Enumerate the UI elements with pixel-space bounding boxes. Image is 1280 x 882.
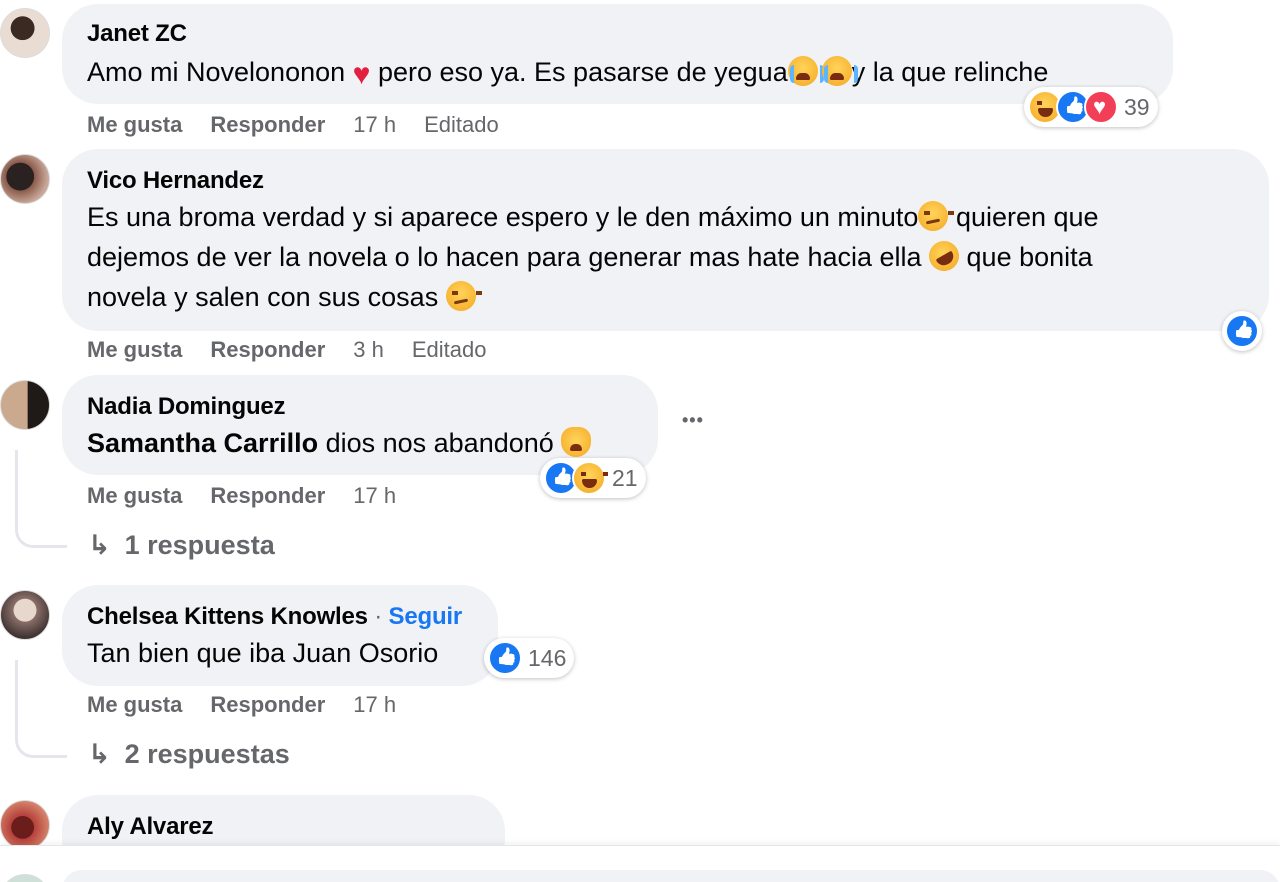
follow-button[interactable]: Seguir bbox=[389, 603, 463, 630]
comment-text: novela y salen con sus cosas bbox=[87, 277, 482, 317]
comment-actions: Me gusta Responder 3 h Editado bbox=[87, 337, 515, 363]
view-replies-link[interactable]: ↳ 1 respuesta bbox=[88, 530, 275, 561]
comment-author[interactable]: Vico Hernandez bbox=[87, 167, 264, 195]
comment-actions: Me gusta Responder 17 h bbox=[87, 692, 424, 718]
comment-text-part: novela y salen con sus cosas bbox=[87, 282, 446, 312]
reply-button[interactable]: Responder bbox=[210, 692, 325, 717]
edited-label: Editado bbox=[424, 112, 499, 137]
reply-button[interactable]: Responder bbox=[210, 483, 325, 508]
like-button[interactable]: Me gusta bbox=[87, 337, 182, 362]
timestamp[interactable]: 17 h bbox=[353, 112, 396, 137]
more-options-icon[interactable]: ••• bbox=[682, 410, 704, 431]
reply-button[interactable]: Responder bbox=[210, 112, 325, 137]
unamused-face-emoji-icon bbox=[445, 281, 482, 311]
like-button[interactable]: Me gusta bbox=[87, 692, 182, 717]
reply-arrow-icon: ↳ bbox=[88, 739, 111, 769]
like-button[interactable]: Me gusta bbox=[87, 112, 182, 137]
author-name[interactable]: Chelsea Kittens Knowles bbox=[87, 603, 368, 630]
like-button[interactable]: Me gusta bbox=[87, 483, 182, 508]
reply-arrow-icon: ↳ bbox=[88, 530, 111, 560]
mention-link[interactable]: Samantha Carrillo bbox=[87, 428, 318, 458]
comment-text-part: Amo mi Novelononon bbox=[87, 57, 353, 87]
edited-label: Editado bbox=[411, 337, 487, 362]
crying-cat-emoji-icon bbox=[561, 427, 592, 457]
comment-text: Tan bien que iba Juan Osorio bbox=[87, 638, 439, 668]
comment-bubble-next bbox=[62, 870, 1280, 882]
comment-text-part: dios nos abandonó bbox=[318, 428, 562, 458]
like-icon bbox=[488, 641, 522, 675]
comment-text-part: quieren que bbox=[948, 202, 1099, 232]
replies-label: 1 respuesta bbox=[124, 530, 275, 560]
reaction-count: 39 bbox=[1124, 93, 1150, 120]
reactions-summary[interactable]: 39 bbox=[1024, 87, 1158, 127]
avatar-nadia[interactable] bbox=[0, 380, 50, 430]
timestamp[interactable]: 17 h bbox=[353, 692, 396, 717]
crying-face-emoji-icon bbox=[821, 56, 858, 86]
comment-text-part: Es una broma verdad y si aparece espero … bbox=[87, 202, 919, 232]
view-replies-link[interactable]: ↳ 2 respuestas bbox=[88, 739, 290, 770]
comment-text-part: dejemos de ver la novela o lo hacen para… bbox=[87, 242, 930, 272]
crying-face-emoji-icon bbox=[787, 56, 824, 86]
comment-author[interactable]: Aly Alvarez bbox=[87, 813, 214, 841]
avatar-janet[interactable] bbox=[0, 8, 50, 58]
avatar-vico[interactable] bbox=[0, 154, 50, 204]
replies-label: 2 respuestas bbox=[124, 739, 290, 769]
comment-text: Samantha Carrillo dios nos abandonó bbox=[87, 423, 592, 463]
reply-button[interactable]: Responder bbox=[210, 337, 325, 362]
reactions-summary[interactable]: 146 bbox=[484, 638, 575, 678]
reaction-count: 21 bbox=[612, 464, 638, 491]
heart-emoji-icon: ♥ bbox=[352, 58, 371, 91]
haha-icon bbox=[572, 461, 608, 495]
comment-text: Amo mi Novelononon ♥ pero eso ya. Es pas… bbox=[87, 52, 1048, 95]
comment-author[interactable]: Janet ZC bbox=[87, 20, 187, 48]
comment-text: dejemos de ver la novela o lo hacen para… bbox=[87, 235, 1093, 277]
comment-author[interactable]: Nadia Dominguez bbox=[87, 393, 286, 421]
comment-author: Chelsea Kittens Knowles · Seguir bbox=[87, 603, 462, 631]
reactions-summary[interactable] bbox=[1222, 311, 1262, 351]
comment-actions: Me gusta Responder 17 h bbox=[87, 483, 424, 509]
bottom-overlay bbox=[0, 845, 1280, 882]
love-icon bbox=[1084, 90, 1118, 124]
timestamp[interactable]: 17 h bbox=[353, 483, 396, 508]
thread-connector bbox=[15, 660, 67, 758]
avatar-next[interactable] bbox=[0, 874, 50, 882]
comment-text-part: pero eso ya. Es pasarse de yegua bbox=[370, 57, 788, 87]
comment-text-part: que bonita bbox=[959, 242, 1093, 272]
reaction-count: 146 bbox=[528, 644, 567, 671]
separator: · bbox=[367, 603, 389, 630]
unamused-face-emoji-icon bbox=[918, 201, 955, 231]
avatar-aly[interactable] bbox=[0, 800, 50, 850]
comment-text-part: y la que relinche bbox=[851, 57, 1049, 87]
avatar-chelsea[interactable] bbox=[0, 590, 50, 640]
thread-connector bbox=[15, 450, 67, 548]
timestamp[interactable]: 3 h bbox=[353, 337, 384, 362]
comment-actions: Me gusta Responder 17 h Editado bbox=[87, 112, 527, 138]
like-icon bbox=[1225, 314, 1259, 348]
reactions-summary[interactable]: 21 bbox=[540, 458, 646, 498]
comment-text: Es una broma verdad y si aparece espero … bbox=[87, 197, 1099, 237]
